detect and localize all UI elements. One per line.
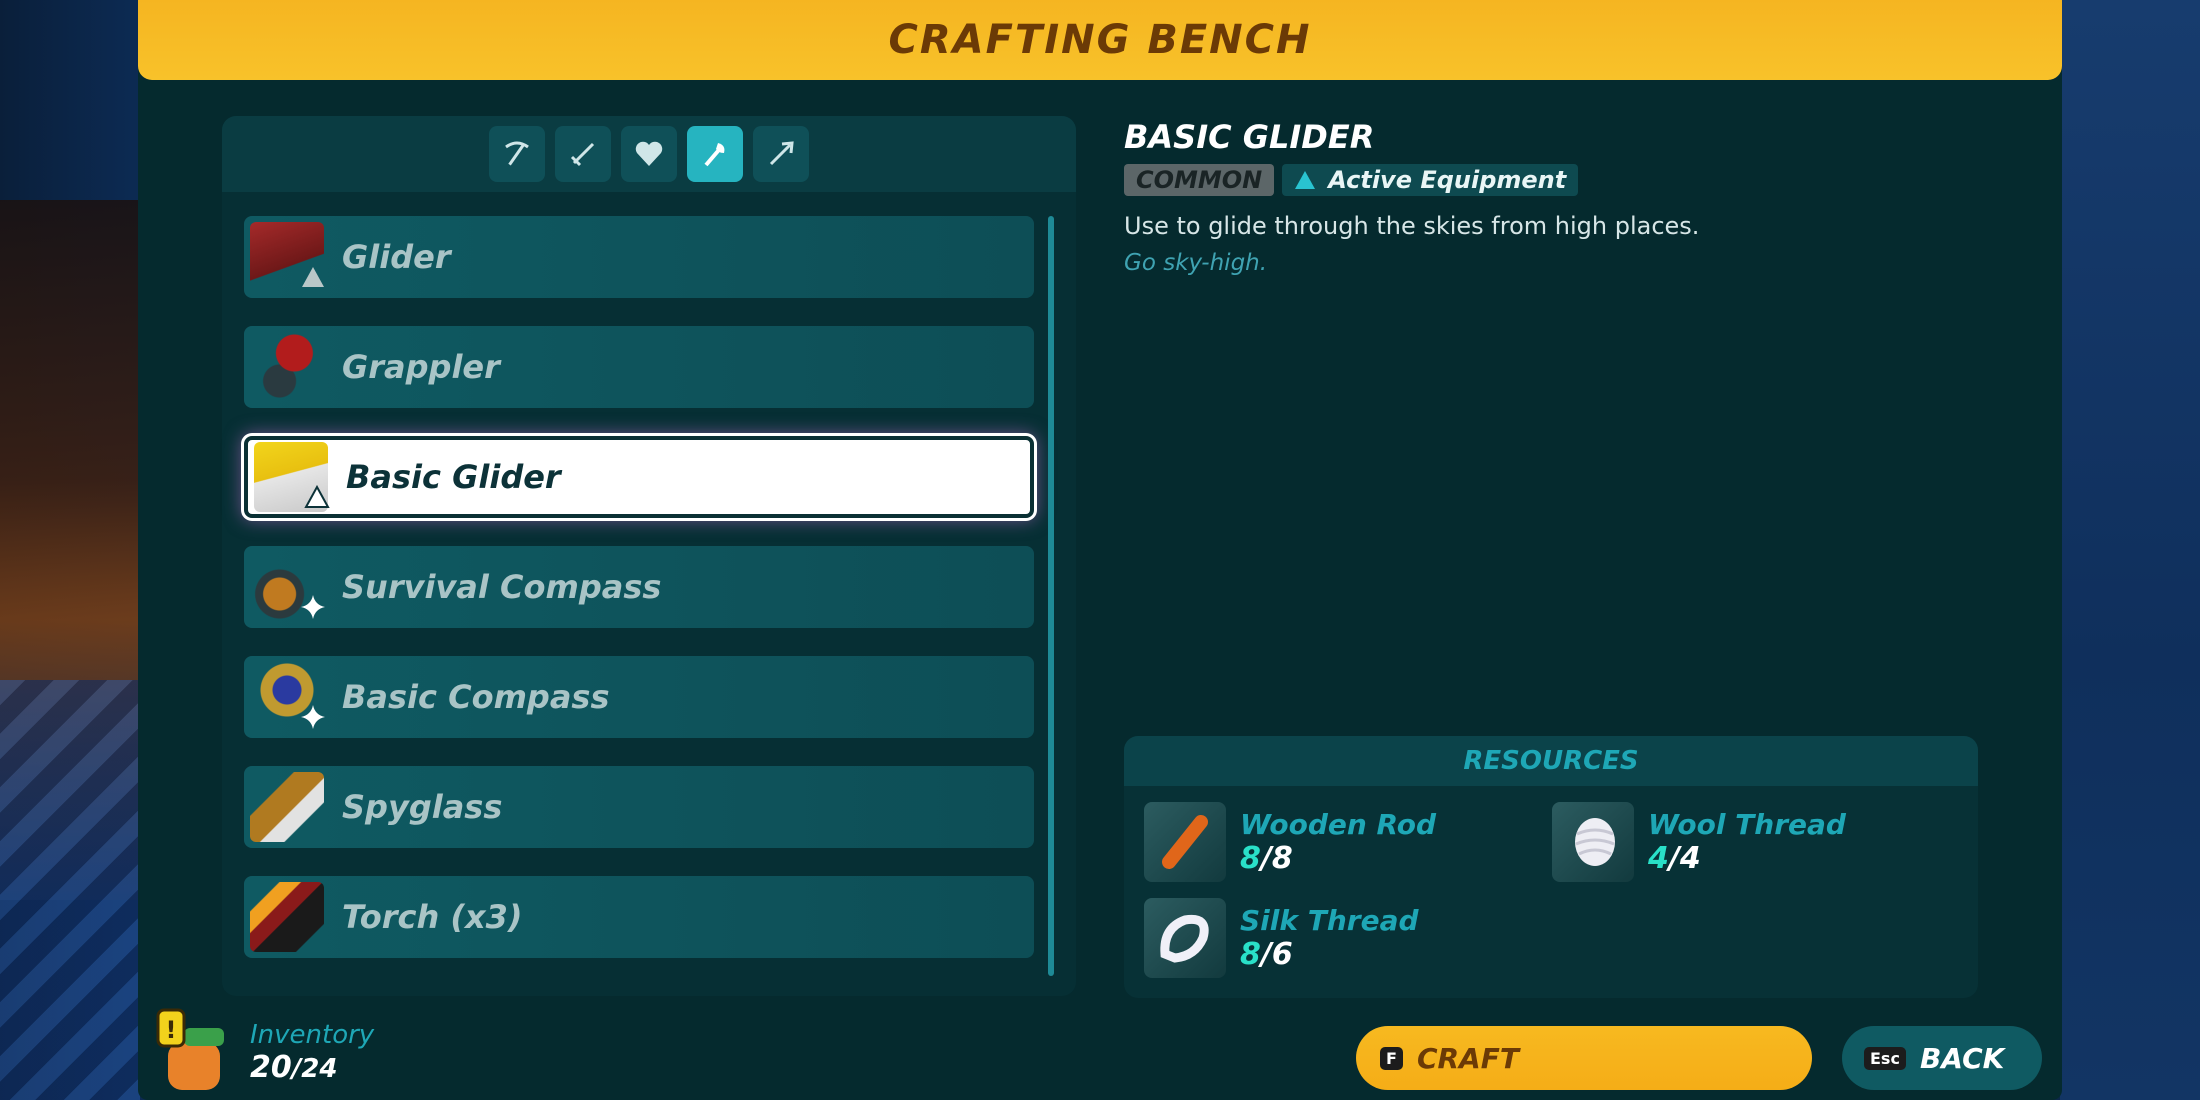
panel-header: CRAFTING BENCH	[138, 0, 2062, 80]
item-thumbnail	[244, 216, 334, 298]
item-thumbnail	[244, 326, 334, 408]
back-label: BACK	[1919, 1041, 2005, 1075]
background-right-wall	[2060, 0, 2200, 1100]
heart-icon	[635, 141, 663, 166]
back-button[interactable]: Esc BACK	[1842, 1026, 2042, 1090]
resource-text: Wooden Rod 8/8	[1240, 808, 1436, 876]
keybind-f: F	[1380, 1046, 1403, 1070]
recipe-list: Glider Grappler Basic Glider Survival Co…	[244, 216, 1034, 986]
item-description: Use to glide through the skies from high…	[1124, 212, 1700, 240]
resource-wool-thread: Wool Thread 4/4	[1552, 802, 1846, 882]
spyglass-icon	[250, 772, 324, 842]
resource-wooden-rod: Wooden Rod 8/8	[1144, 802, 1436, 882]
type-label: Active Equipment	[1328, 166, 1567, 194]
recipe-list-panel: Glider Grappler Basic Glider Survival Co…	[222, 116, 1076, 996]
inventory-max: /24	[291, 1054, 338, 1084]
torch-item-icon	[250, 882, 324, 952]
backpack-icon: !	[154, 1006, 232, 1096]
item-label: Glider	[342, 238, 451, 276]
tab-tools[interactable]	[489, 126, 545, 182]
item-tags: COMMON Active Equipment	[1124, 164, 1579, 196]
svg-text:!: !	[166, 1016, 177, 1044]
craft-button[interactable]: F CRAFT	[1356, 1026, 1812, 1090]
resource-count: 8/6	[1240, 937, 1419, 972]
item-label: Torch (x3)	[342, 898, 523, 936]
list-item-basic-glider[interactable]: Basic Glider	[244, 436, 1034, 518]
item-title: BASIC GLIDER	[1124, 118, 1375, 156]
category-tabs	[222, 116, 1076, 192]
triangle-icon	[302, 482, 332, 512]
arrow-icon	[769, 141, 794, 166]
item-label: Survival Compass	[342, 568, 662, 606]
rarity-badge: COMMON	[1124, 164, 1275, 196]
item-label: Grappler	[342, 348, 500, 386]
list-item-survival-compass[interactable]: Survival Compass	[244, 546, 1034, 628]
resource-name: Wooden Rod	[1240, 808, 1436, 841]
resource-need: /4	[1668, 841, 1701, 876]
grappler-icon	[250, 332, 324, 402]
resource-name: Silk Thread	[1240, 904, 1419, 937]
item-thumbnail	[244, 656, 334, 738]
tab-equipment[interactable]	[687, 126, 743, 182]
item-thumbnail	[244, 876, 334, 958]
resource-have: 8	[1240, 937, 1261, 972]
torch-icon	[704, 143, 725, 167]
triangle-icon	[298, 262, 328, 292]
list-item-torch[interactable]: Torch (x3)	[244, 876, 1034, 958]
resources-header: RESOURCES	[1124, 736, 1978, 786]
sparkle-icon	[298, 592, 328, 622]
resources-panel: RESOURCES Wooden Rod 8/8 Wool Thread 4/4	[1124, 736, 1978, 998]
item-label: Basic Compass	[342, 678, 610, 716]
keybind-esc: Esc	[1864, 1046, 1906, 1070]
type-badge: Active Equipment	[1282, 164, 1579, 196]
resource-text: Wool Thread 4/4	[1648, 808, 1846, 876]
sparkle-icon	[298, 702, 328, 732]
tab-misc[interactable]	[753, 126, 809, 182]
resource-text: Silk Thread 8/6	[1240, 904, 1419, 972]
list-scrollbar[interactable]	[1048, 216, 1054, 976]
list-item-spyglass[interactable]: Spyglass	[244, 766, 1034, 848]
wooden-rod-icon	[1144, 802, 1226, 882]
item-thumbnail	[244, 546, 334, 628]
silk-thread-icon	[1144, 898, 1226, 978]
resource-have: 8	[1240, 841, 1261, 876]
resource-silk-thread: Silk Thread 8/6	[1144, 898, 1419, 978]
item-label: Basic Glider	[346, 458, 561, 496]
list-item-basic-compass[interactable]: Basic Compass	[244, 656, 1034, 738]
list-item-glider[interactable]: Glider	[244, 216, 1034, 298]
item-thumbnail	[244, 766, 334, 848]
inventory-count: 20/24	[250, 1050, 337, 1085]
triangle-icon	[1295, 171, 1316, 189]
inventory-label: Inventory	[250, 1020, 375, 1050]
inventory-used: 20	[250, 1050, 292, 1085]
item-flavor-text: Go sky-high.	[1124, 250, 1268, 276]
resource-count: 4/4	[1648, 841, 1846, 876]
item-label: Spyglass	[342, 788, 503, 826]
craft-label: CRAFT	[1416, 1041, 1519, 1075]
resource-count: 8/8	[1240, 841, 1436, 876]
item-thumbnail	[248, 436, 338, 518]
wool-thread-icon	[1552, 802, 1634, 882]
pickaxe-icon	[505, 141, 529, 166]
tab-consumables[interactable]	[621, 126, 677, 182]
resource-need: /8	[1260, 841, 1293, 876]
resources-title: RESOURCES	[1463, 746, 1639, 776]
background-floor	[0, 680, 140, 1100]
crafting-panel: CRAFTING BENCH Glider Grappler Basic Gli…	[138, 0, 2062, 1100]
list-item-grappler[interactable]: Grappler	[244, 326, 1034, 408]
resource-need: /6	[1260, 937, 1293, 972]
resource-name: Wool Thread	[1648, 808, 1846, 841]
sword-icon	[570, 142, 595, 167]
page-title: CRAFTING BENCH	[888, 17, 1312, 63]
resource-have: 4	[1648, 841, 1669, 876]
tab-weapons[interactable]	[555, 126, 611, 182]
